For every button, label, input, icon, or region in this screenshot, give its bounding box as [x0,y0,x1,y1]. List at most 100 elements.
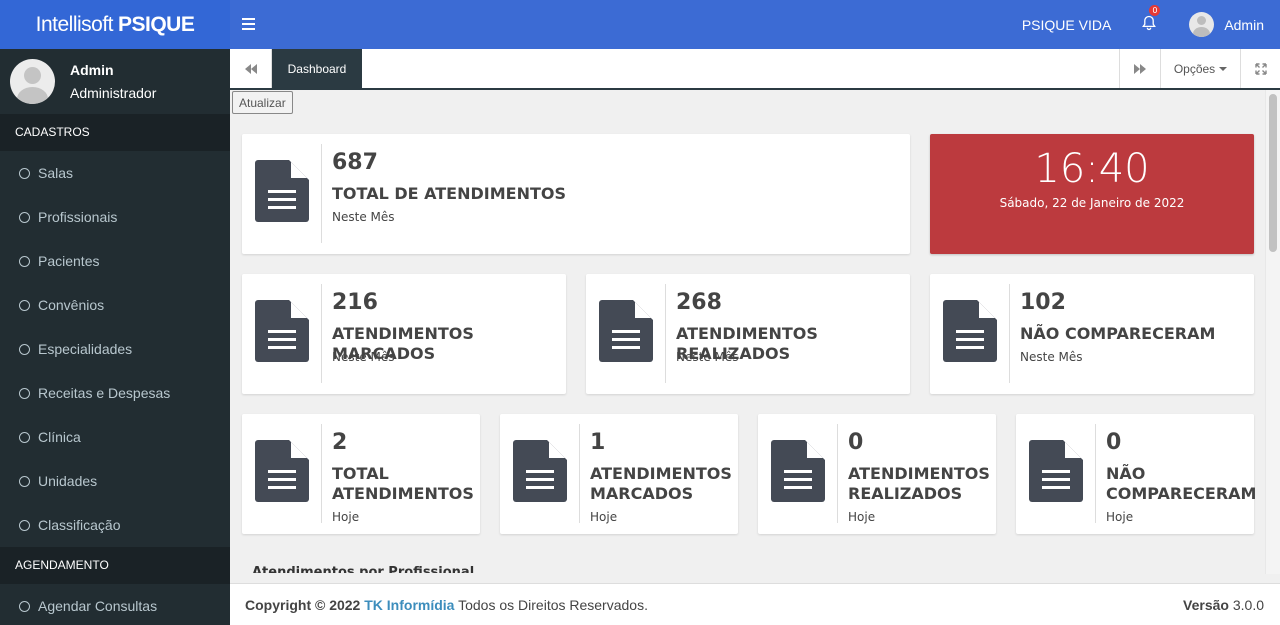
sidebar: Admin Administrador CADASTROS Salas Prof… [0,49,230,625]
document-icon [255,440,309,502]
brand-bold: PSIQUE [118,12,195,36]
avatar [1189,12,1215,37]
clock-time: 16:40 [1034,146,1150,192]
stat-card-month-realizados: 268 ATENDIMENTOS REALIZADOS Neste Mês [586,274,910,394]
sidebar-item-label: Classificação [38,517,121,533]
sidebar-item-especialidades[interactable]: Especialidades [0,327,230,371]
footer-version: Versão 3.0.0 [1183,597,1264,613]
section-agendamento: AGENDAMENTO [0,547,230,584]
document-icon [943,300,997,362]
stat-period: Hoje [590,510,618,524]
sidebar-item-receitas-despesas[interactable]: Receitas e Despesas [0,371,230,415]
top-navbar: Intellisoft PSIQUE PSIQUE VIDA 0 Admin [0,0,1280,49]
stat-label-line: TOTAL [332,464,389,483]
stat-value: 687 [332,150,378,175]
sidebar-item-label: Salas [38,165,74,181]
sidebar-item-label: Profissionais [38,209,118,225]
circle-icon [19,299,30,311]
avatar [10,59,55,104]
sidebar-item-label: Receitas e Despesas [38,385,171,401]
stat-period: Hoje [1106,510,1134,524]
version-number: 3.0.0 [1232,596,1264,613]
sidebar-item-profissionais[interactable]: Profissionais [0,195,230,239]
sidebar-item-label: Convênios [38,297,105,313]
document-icon [771,440,825,502]
tabs-scroll-right-icon[interactable] [1119,49,1160,88]
user-menu-name: Admin [1224,16,1264,33]
document-icon [513,440,567,502]
stat-card-today-total: 2 TOTAL ATENDIMENTOS Hoje [242,414,480,534]
notifications-bell-icon[interactable]: 0 [1141,4,1161,35]
company-name[interactable]: PSIQUE VIDA [1022,17,1111,33]
brand-logo[interactable]: Intellisoft PSIQUE [0,0,230,49]
stat-period: Neste Mês [676,350,739,364]
notifications-badge: 0 [1149,4,1161,16]
stat-value: 0 [1106,430,1122,455]
circle-icon [19,387,30,399]
stat-label: ATENDIMENTOS REALIZADOS [848,464,990,504]
sidebar-item-label: Unidades [38,473,98,489]
fullscreen-icon[interactable] [1240,49,1280,88]
sidebar-item-clinica[interactable]: Clínica [0,415,230,459]
clock-date: Sábado, 22 de Janeiro de 2022 [999,196,1185,210]
content-scrollbar[interactable] [1265,90,1280,574]
sidebar-item-unidades[interactable]: Unidades [0,459,230,503]
circle-icon [19,600,30,612]
clock-widget: 16:40 Sábado, 22 de Janeiro de 2022 [930,134,1254,254]
dashboard-content: 687 TOTAL DE ATENDIMENTOS Neste Mês 16:4… [230,117,1265,573]
stat-period: Hoje [332,510,360,524]
stat-label-line: ATENDIMENTOS [590,464,732,483]
stat-value: 102 [1020,290,1066,315]
tab-bar: Dashboard Opções [230,49,1280,90]
stat-value: 268 [676,290,722,315]
options-dropdown[interactable]: Opções [1160,49,1240,88]
sidebar-item-pacientes[interactable]: Pacientes [0,239,230,283]
section-title-por-profissional: Atendimentos por Profissional [252,565,475,573]
options-label: Opções [1173,61,1216,76]
tab-dashboard[interactable]: Dashboard [272,49,362,88]
stat-label-line: ATENDIMENTOS [848,464,990,483]
stat-card-today-realizados: 0 ATENDIMENTOS REALIZADOS Hoje [758,414,996,534]
circle-icon [19,475,30,487]
menu-toggle-icon[interactable] [242,14,260,34]
document-icon [255,300,309,362]
stat-label-line: COMPARECERAM [1106,484,1257,503]
stat-value: 0 [848,430,864,455]
sidebar-item-salas[interactable]: Salas [0,151,230,195]
stat-label: NÃO COMPARECERAM [1020,324,1216,343]
stat-value: 216 [332,290,378,315]
stat-period: Neste Mês [332,350,395,364]
user-panel-role: Administrador [70,85,157,101]
stat-card-month-nao-compareceram: 102 NÃO COMPARECERAM Neste Mês [930,274,1254,394]
stat-period: Neste Mês [332,210,395,224]
refresh-button[interactable]: Atualizar [232,91,293,114]
section-cadastros: CADASTROS [0,114,230,151]
tabs-scroll-left-icon[interactable] [230,49,272,88]
stat-label-line: MARCADOS [590,484,694,503]
sidebar-item-label: Especialidades [38,341,133,357]
sidebar-item-convenios[interactable]: Convênios [0,283,230,327]
caret-down-icon [1219,66,1228,71]
user-menu[interactable]: Admin [1189,12,1264,37]
stat-card-today-marcados: 1 ATENDIMENTOS MARCADOS Hoje [500,414,738,534]
company-link[interactable]: TK Informídia [364,597,454,613]
circle-icon [19,343,30,355]
sidebar-item-agendar-consultas[interactable]: Agendar Consultas [0,584,230,625]
stat-label-line: NÃO [1106,464,1146,483]
stat-card-today-nao-compareceram: 0 NÃO COMPARECERAM Hoje [1016,414,1257,534]
stat-card-month-marcados: 216 ATENDIMENTOS MARCADOS Neste Mês [242,274,566,394]
sidebar-item-classificacao[interactable]: Classificação [0,503,230,547]
document-icon [599,300,653,362]
document-icon [255,160,309,222]
brand-light: Intellisoft [35,12,114,36]
document-icon [1029,440,1083,502]
sidebar-item-label: Agendar Consultas [38,598,158,614]
user-panel-name: Admin [70,62,114,78]
footer-copyright: Copyright © 2022 TK Informídia Todos os … [245,597,648,613]
stat-label-line: REALIZADOS [848,484,963,503]
scrollbar-thumb[interactable] [1269,94,1277,252]
stat-label: TOTAL ATENDIMENTOS [332,464,474,504]
stat-value: 1 [590,430,606,455]
user-panel: Admin Administrador [0,49,230,114]
version-label: Versão [1183,596,1229,613]
